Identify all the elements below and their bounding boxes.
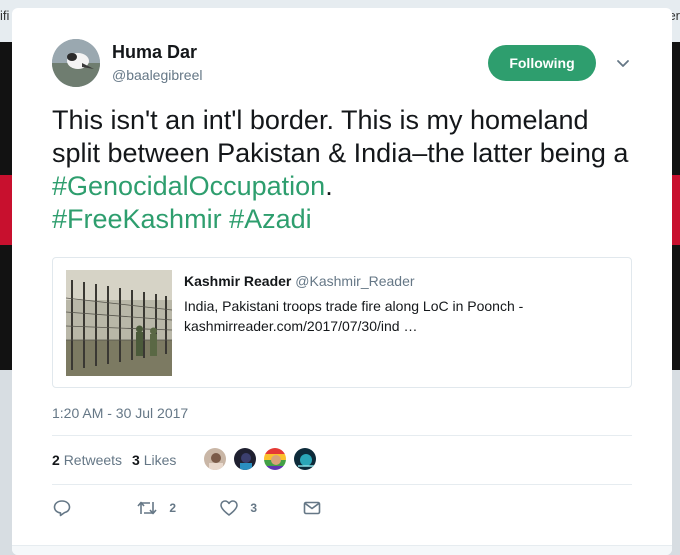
following-button[interactable]: Following (488, 45, 596, 81)
liker-avatar[interactable] (263, 447, 287, 471)
direct-message-action[interactable] (302, 498, 322, 520)
tweet-card: Huma Dar @baalegibreel Following This is… (12, 8, 672, 555)
liker-avatar[interactable] (233, 447, 257, 471)
likes-label: Likes (143, 452, 177, 468)
reply-action[interactable] (52, 498, 72, 520)
like-action[interactable]: 3 (219, 498, 257, 520)
hashtag-azadi[interactable]: #Azadi (229, 204, 312, 234)
retweets-count: 2 (52, 452, 60, 468)
chevron-down-icon[interactable] (614, 54, 632, 72)
quoted-tweet-author: Kashmir Reader @Kashmir_Reader (184, 273, 415, 289)
heart-icon[interactable] (219, 500, 242, 516)
tweet-timestamp[interactable]: 1:20 AM - 30 Jul 2017 (52, 405, 188, 421)
retweet-icon[interactable] (136, 500, 161, 515)
background-text-fragment: ifi (0, 8, 10, 23)
hashtag-genocidal-occupation[interactable]: #GenocidalOccupation (52, 171, 325, 201)
liker-avatar[interactable] (293, 447, 317, 471)
tweet-text-period: . (325, 171, 333, 201)
quoted-tweet[interactable]: Kashmir Reader @Kashmir_Reader India, Pa… (52, 257, 632, 388)
tweet-text-body: This isn't an int'l border. This is my h… (52, 105, 629, 168)
likes-count: 3 (132, 452, 140, 468)
tweet-text: This isn't an int'l border. This is my h… (52, 104, 642, 236)
divider (52, 484, 632, 485)
retweet-action[interactable]: 2 (136, 498, 176, 520)
likes-stat[interactable]: 3 Likes (132, 452, 176, 468)
divider (52, 435, 632, 436)
quoted-tweet-author-name: Kashmir Reader (184, 273, 292, 289)
retweet-count: 2 (169, 501, 177, 515)
author-handle[interactable]: @baalegibreel (112, 67, 203, 83)
quoted-tweet-link[interactable]: kashmirreader.com/2017/07/30/ind … (184, 316, 614, 336)
author-avatar[interactable] (52, 39, 100, 87)
liker-avatars (203, 447, 323, 473)
retweets-stat[interactable]: 2 Retweets (52, 452, 122, 468)
quoted-tweet-text: India, Pakistani troops trade fire along… (184, 296, 614, 336)
quoted-tweet-line-1: India, Pakistani troops trade fire along… (184, 298, 524, 314)
hashtag-free-kashmir[interactable]: #FreeKashmir (52, 204, 222, 234)
like-count: 3 (250, 501, 258, 515)
liker-avatar[interactable] (203, 447, 227, 471)
envelope-icon[interactable] (302, 500, 322, 515)
quoted-tweet-image (66, 270, 172, 376)
card-footer-strip (12, 545, 672, 555)
retweets-label: Retweets (63, 452, 123, 468)
reply-icon[interactable] (52, 500, 72, 517)
author-name[interactable]: Huma Dar (112, 42, 197, 63)
engagement-stats: 2 Retweets 3 Likes (52, 452, 176, 468)
quoted-tweet-handle: @Kashmir_Reader (295, 273, 415, 289)
